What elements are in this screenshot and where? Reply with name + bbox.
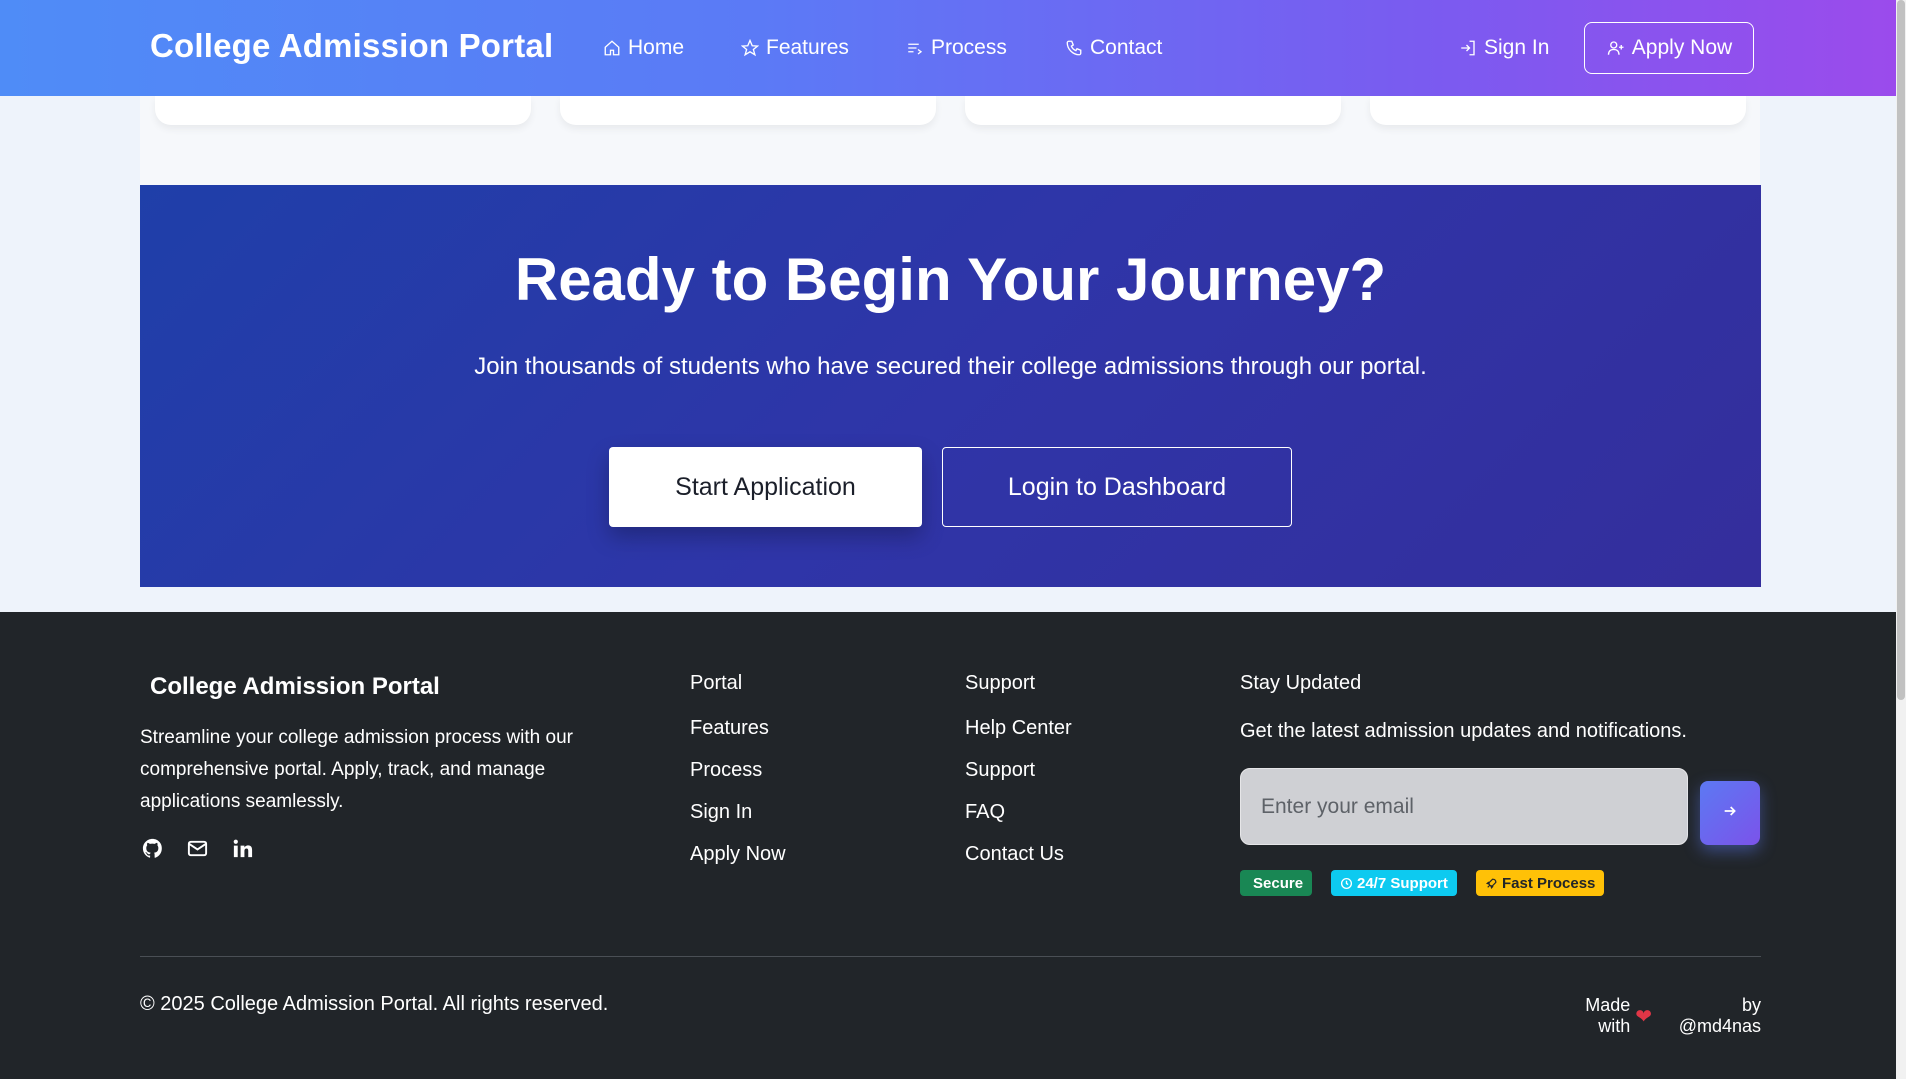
footer-link-contact[interactable]: Contact Us [965,843,1072,885]
start-application-button[interactable]: Start Application [609,447,922,527]
feature-card [1370,96,1746,125]
heart-icon: ❤ [1635,1005,1653,1028]
badge-secure: Secure [1240,870,1313,896]
newsletter-heading: Stay Updated [1240,672,1362,694]
made-with-suffix[interactable]: by @md4nas [1657,995,1761,1037]
github-icon[interactable] [140,836,165,861]
page-scrollbar[interactable] [1896,0,1906,1079]
social-links [140,836,255,861]
login-icon [1458,38,1478,58]
linkedin-icon[interactable] [230,836,255,861]
badge-support: 24/7 Support [1331,870,1457,896]
footer-portal-heading: Portal [690,672,743,694]
nav-home[interactable]: Home [602,36,684,60]
feature-card [155,96,531,125]
nav-process[interactable]: Process [905,36,1007,60]
home-icon [602,38,622,58]
nav-contact-label: Contact [1090,36,1163,59]
nav-features-label: Features [766,36,849,59]
subscribe-button[interactable] [1700,781,1760,845]
footer-link-support[interactable]: Support [965,759,1072,801]
feature-card [560,96,936,125]
cta-subtitle: Join thousands of students who have secu… [474,353,1427,380]
list-icon [905,38,925,58]
footer-support-heading: Support [965,672,1036,694]
top-navbar: College Admission Portal Home Features P… [0,0,1896,96]
nav-contact[interactable]: Contact [1064,36,1162,60]
signin-link[interactable]: Sign In [1458,36,1549,60]
copyright-text: © 2025 College Admission Portal. All rig… [140,993,609,1015]
nav-features[interactable]: Features [740,36,849,60]
cta-section: Ready to Begin Your Journey? Join thousa… [140,185,1761,587]
footer: College Admission Portal Streamline your… [0,612,1896,1079]
footer-link-help-center[interactable]: Help Center [965,717,1072,759]
made-with-credit: Made with ❤ by @md4nas [1550,995,1761,1037]
footer-link-signin[interactable]: Sign In [690,801,786,843]
nav-process-label: Process [931,36,1007,59]
scrollbar-thumb[interactable] [1897,0,1905,700]
rocket-icon [1485,877,1498,890]
footer-portal-column: Portal Features Process Sign In Apply No… [690,672,786,885]
login-dashboard-button[interactable]: Login to Dashboard [942,447,1292,527]
footer-link-apply[interactable]: Apply Now [690,843,786,885]
newsletter-email-input[interactable] [1240,768,1688,845]
clock-icon [1340,877,1353,890]
newsletter-section: Stay Updated Get the latest admission up… [1240,672,1687,742]
cta-title: Ready to Begin Your Journey? [514,246,1387,313]
nav-home-label: Home [628,36,685,59]
footer-link-process[interactable]: Process [690,759,786,801]
user-plus-icon [1606,38,1626,58]
signin-label: Sign In [1484,36,1550,59]
phone-icon [1064,38,1084,58]
footer-link-faq[interactable]: FAQ [965,801,1072,843]
feature-card [965,96,1341,125]
footer-brand: College Admission Portal [150,673,440,700]
footer-support-column: Support Help Center Support FAQ Contact … [965,672,1072,885]
footer-description: Streamline your college admission proces… [140,727,573,812]
newsletter-text: Get the latest admission updates and not… [1240,720,1687,742]
brand-logo[interactable]: College Admission Portal [150,27,553,65]
footer-link-features[interactable]: Features [690,717,786,759]
apply-now-button[interactable]: Apply Now [1584,22,1754,74]
made-with-prefix: Made with [1585,995,1631,1036]
arrow-right-icon [1722,803,1738,824]
badge-fast-process: Fast Process [1476,870,1605,896]
star-icon [740,38,760,58]
footer-divider [140,956,1761,957]
mail-icon[interactable] [185,836,210,861]
apply-now-label: Apply Now [1631,36,1733,59]
